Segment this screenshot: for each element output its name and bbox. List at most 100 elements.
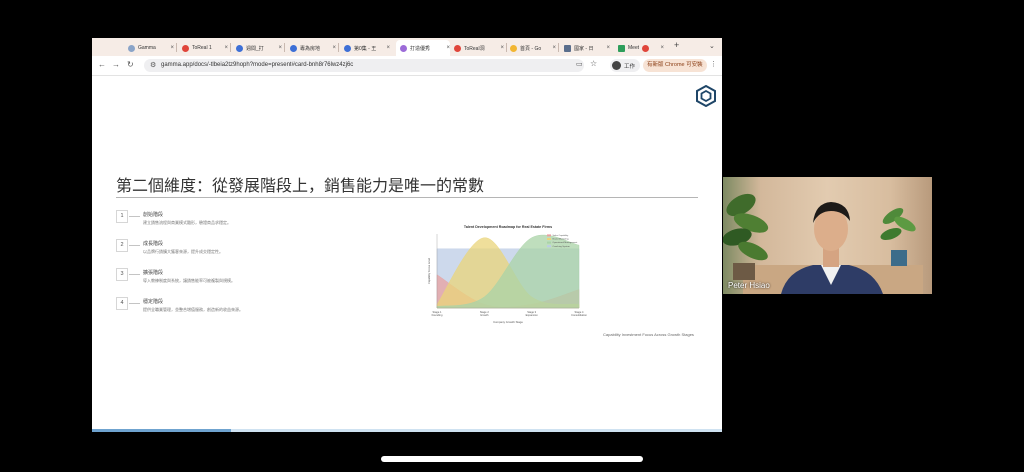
site-favicon-icon xyxy=(400,44,407,52)
tab-divider xyxy=(230,43,231,52)
stage-connector xyxy=(129,216,140,217)
close-icon[interactable]: × xyxy=(386,45,390,51)
tab-8[interactable]: 首頁 - Go × xyxy=(510,40,556,56)
stage-number: 1 xyxy=(116,210,128,223)
drive-favicon-icon xyxy=(510,44,517,52)
close-icon[interactable]: × xyxy=(332,45,336,51)
stage-name: 擴張階段 xyxy=(143,270,164,276)
tab-title: 週間_打 xyxy=(246,45,264,52)
close-icon[interactable]: × xyxy=(500,45,504,51)
update-chrome-button[interactable]: 有新版 Chrome 可安裝 xyxy=(643,59,707,72)
tab-divider xyxy=(506,43,507,52)
address-bar[interactable]: ⚙ gamma.app/docs/-tlbeia2tz9hoph?mode=pr… xyxy=(144,59,584,72)
tab-7[interactable]: ToReal洞 × xyxy=(454,40,504,56)
legend-label-1: Brand Marketing xyxy=(553,238,570,241)
close-icon[interactable]: × xyxy=(446,45,450,51)
tab-title: Meet xyxy=(628,45,640,51)
profile-label: 工作 xyxy=(624,63,636,70)
tab-5[interactable]: 第0集 - 王 × xyxy=(344,40,390,56)
tab-divider xyxy=(338,43,339,52)
bookmark-star-icon[interactable]: ☆ xyxy=(590,59,597,68)
tab-title: 首頁 - Go xyxy=(520,45,542,52)
home-indicator[interactable] xyxy=(381,456,643,462)
legend-swatch-0 xyxy=(547,234,551,237)
stage-number: 4 xyxy=(116,297,128,310)
tab-4[interactable]: 專為房地 × xyxy=(290,40,336,56)
browser-toolbar: ← → ↻ ⚙ gamma.app/docs/-tlbeia2tz9hoph?m… xyxy=(92,56,722,76)
roadmap-chart: Talent Development Roadmap for Real Esta… xyxy=(422,220,592,337)
meet-favicon-icon xyxy=(618,44,625,52)
tab-9[interactable]: 國家 - 日 × xyxy=(564,40,610,56)
forward-arrow-icon[interactable]: → xyxy=(112,60,120,69)
stage-description: 建立銷售流程與商業模式雛形，驗證商品求穩定。 xyxy=(143,220,231,225)
legend-swatch-1 xyxy=(547,238,551,240)
stage-number: 2 xyxy=(116,239,128,252)
stage-connector xyxy=(129,245,140,246)
tab-6-active[interactable]: 打造優秀 × xyxy=(396,40,450,56)
browser-window: Gamma × ToReal 1 × 週間_打 × 專為房地 × 第0集 - 王 × 打造… xyxy=(92,38,722,432)
participant-name: Peter Hsiao xyxy=(728,281,770,290)
tab-title: 第0集 - 王 xyxy=(354,45,376,52)
site-favicon-icon xyxy=(236,44,243,52)
gamma-logo-icon xyxy=(696,85,716,107)
new-tab-button[interactable]: + xyxy=(674,40,679,50)
site-favicon-icon xyxy=(344,44,351,52)
chart-caption: Capability Investment Focus Across Growt… xyxy=(603,332,694,337)
tab-10[interactable]: Meet × xyxy=(618,40,664,56)
plant-left xyxy=(723,193,769,280)
close-icon[interactable]: × xyxy=(278,45,282,51)
presentation-progress-bar xyxy=(92,429,722,432)
stage-description: 提供全職業管理，並整合增值服務，創造新的收益來源。 xyxy=(143,307,243,312)
close-icon[interactable]: × xyxy=(606,45,610,51)
legend-swatch-3 xyxy=(547,245,551,248)
chart-title: Talent Development Roadmap for Real Esta… xyxy=(464,225,552,229)
tab-search-chevron-icon[interactable]: ⌄ xyxy=(709,42,715,50)
stage-description: 以品牌行銷擴大獲客來源，提升成交穩定性。 xyxy=(143,249,223,254)
profile-chip[interactable]: 工作 xyxy=(610,59,641,72)
tab-title: 專為房地 xyxy=(300,45,321,52)
close-icon[interactable]: × xyxy=(170,45,174,51)
stage-connector xyxy=(129,274,140,275)
stage-name: 成長階段 xyxy=(143,241,164,247)
tab-divider xyxy=(558,43,559,52)
legend-label-2: Operational Management xyxy=(553,241,578,244)
person xyxy=(781,202,883,294)
chart-svg: Talent Development Roadmap for Real Esta… xyxy=(427,225,587,324)
site-favicon-icon xyxy=(290,44,297,52)
legend-label-3: Coaching System xyxy=(553,245,570,248)
legend-swatch-2 xyxy=(547,241,551,244)
gamma-favicon-icon xyxy=(128,44,135,52)
site-favicon-icon xyxy=(454,44,461,52)
site-info-icon[interactable]: ⚙ xyxy=(150,61,156,69)
back-arrow-icon[interactable]: ← xyxy=(98,60,106,69)
x-tick-label-1: Stage 2 Growth xyxy=(480,310,489,317)
stage-number: 3 xyxy=(116,268,128,281)
stage-name: 穩定階段 xyxy=(143,299,164,305)
stage-connector xyxy=(129,303,140,304)
site-favicon-icon xyxy=(564,44,571,52)
stage-name: 創始階段 xyxy=(143,212,164,218)
tab-divider xyxy=(284,43,285,52)
tab-3[interactable]: 週間_打 × xyxy=(236,40,282,56)
x-axis-label: Company Growth Stage xyxy=(493,320,523,324)
progress-fill xyxy=(92,429,231,432)
reload-icon[interactable]: ↻ xyxy=(127,60,134,69)
stage-description: 導入教練制度與系統，讓銷售能率可被複製與規模。 xyxy=(143,278,235,283)
x-tick-label-3: Stage 4 Consolidation xyxy=(571,310,587,317)
tab-title: 打造優秀 xyxy=(410,45,431,52)
close-icon[interactable]: × xyxy=(552,45,556,51)
tab-1[interactable]: Gamma × xyxy=(128,40,174,56)
cast-icon[interactable]: ▭ xyxy=(576,60,583,68)
close-icon[interactable]: × xyxy=(224,45,228,51)
tab-2[interactable]: ToReal 1 × xyxy=(182,40,228,56)
close-icon[interactable]: × xyxy=(660,45,664,51)
avatar xyxy=(612,61,621,70)
webcam-feed: Peter Hsiao xyxy=(723,177,932,294)
slide-title: 第二個維度：從發展階段上，銷售能力是唯一的常數 xyxy=(116,178,485,195)
tab-divider xyxy=(176,43,177,52)
x-tick-label-0: Stage 1 Founding xyxy=(432,310,443,317)
more-menu-icon[interactable]: ⋮ xyxy=(710,60,717,68)
url-text: gamma.app/docs/-tlbeia2tz9hoph?mode=pres… xyxy=(161,62,354,68)
tab-title: ToReal 1 xyxy=(192,45,212,51)
y-axis-label: Capability Focus Level xyxy=(427,258,431,285)
